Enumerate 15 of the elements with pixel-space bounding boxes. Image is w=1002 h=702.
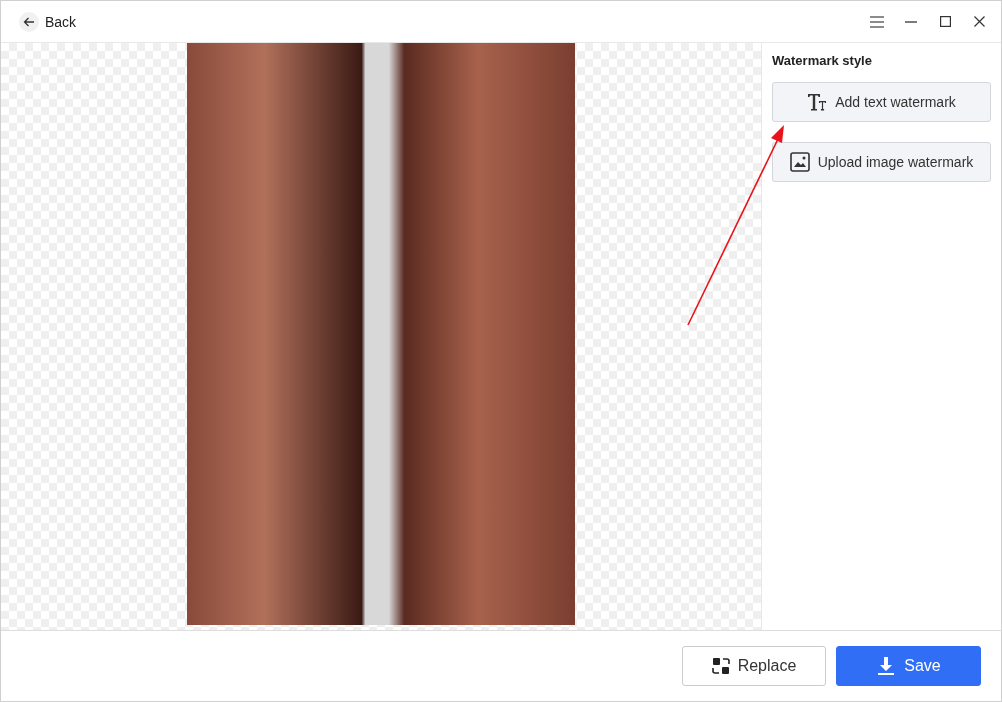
menu-icon [870,15,884,28]
download-icon [876,656,897,676]
back-button[interactable]: Back [19,11,77,32]
save-button[interactable]: Save [836,646,981,686]
replace-icon [711,657,730,675]
image-icon [789,152,810,172]
back-arrow-icon [23,15,35,28]
add-text-button[interactable]: Add text watermark [772,82,991,122]
minimize-icon [905,20,917,23]
close-icon [973,16,985,27]
replace-button[interactable]: Replace [682,646,826,686]
sidebar-title: Watermark style [772,53,873,68]
text-size-icon [807,93,828,111]
maximize-icon [939,16,951,27]
upload-image-button[interactable]: Upload image watermark [772,142,991,182]
